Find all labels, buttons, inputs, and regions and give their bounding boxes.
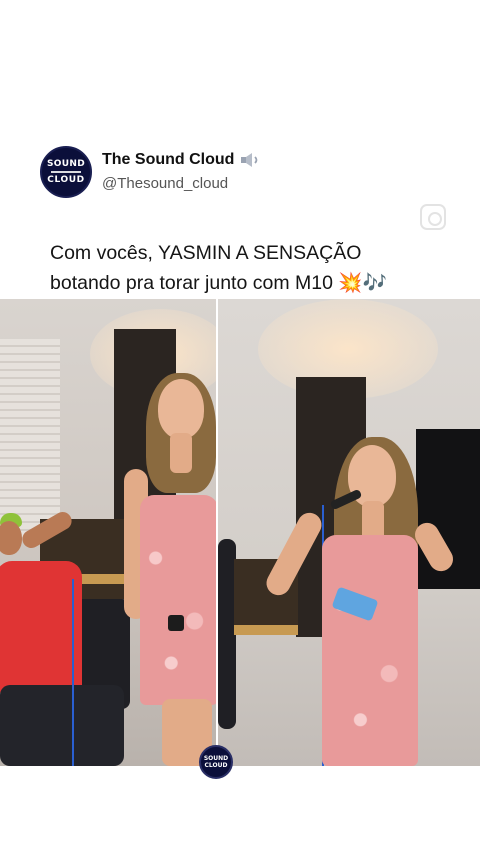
pink-dress — [322, 535, 418, 766]
woman-neck — [170, 433, 192, 473]
desk-top — [234, 625, 298, 635]
window-blinds — [0, 339, 60, 539]
man-face — [0, 521, 22, 555]
avatar-divider — [51, 170, 81, 173]
account-handle[interactable]: @Thesound_cloud — [102, 175, 228, 192]
account-name[interactable]: The Sound Cloud — [102, 151, 262, 169]
caption-line-2: botando pra torar junto com M10 💥🎶 — [50, 272, 387, 294]
watermark-text-cloud: CLOUD — [204, 761, 228, 769]
pink-dress — [140, 495, 216, 705]
sound-cloud-watermark: SOUND CLOUD — [199, 745, 233, 779]
watermark-text-sound: SOUND — [203, 754, 229, 762]
faded-camera-icon — [420, 204, 446, 230]
account-name-text: The Sound Cloud — [102, 151, 235, 168]
avatar-text-cloud: CLOUD — [47, 174, 85, 185]
mic-cable — [72, 579, 74, 766]
video-panel-right — [218, 299, 480, 766]
speaker-low-volume-icon — [241, 153, 258, 167]
video-panel-left — [0, 299, 216, 766]
woman-face — [158, 379, 204, 439]
post-header: SOUND CLOUD The Sound Cloud @Thesound_cl… — [40, 146, 460, 198]
caption-line-1: Com vocês, YASMIN A SENSAÇÃO — [50, 242, 362, 264]
smartwatch — [168, 615, 184, 631]
post-video[interactable] — [0, 299, 480, 766]
red-shirt — [0, 561, 82, 693]
post-caption: Com vocês, YASMIN A SENSAÇÃO botando pra… — [50, 238, 470, 298]
avatar-text-sound: SOUND — [47, 158, 85, 169]
man-pants — [0, 685, 124, 766]
avatar[interactable]: SOUND CLOUD — [40, 146, 92, 198]
